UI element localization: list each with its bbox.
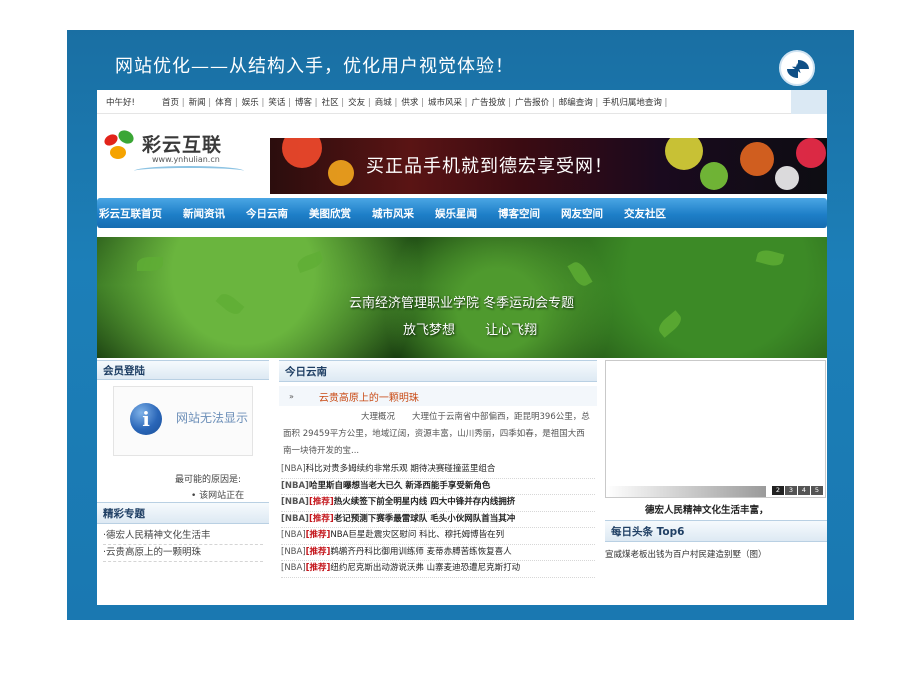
news-item[interactable]: [NBA]科比对贵多姆续约非常乐观 期待决赛碰撞蓝里组合	[281, 462, 595, 479]
main-nav: 彩云互联首页 新闻资讯 今日云南 美图欣赏 城市风采 娱乐星闻 博客空间 网友空…	[97, 198, 827, 228]
pager-button[interactable]: 3	[785, 486, 797, 495]
feature-headline-text: 云贵高原上的一颗明珠	[318, 392, 419, 404]
news-item[interactable]: [NBA][推荐]纽约尼克斯出动游说沃弗 山寨麦迪恐遭尼克斯打动	[281, 561, 595, 578]
news-item[interactable]: [NBA]哈里斯自曝想当老大已久 新泽西能手享受新角色	[281, 479, 595, 495]
top-nav-edge	[791, 90, 827, 114]
news-item[interactable]: [NBA][推荐]NBA巨星赴震灾区慰问 科比、穆托姆博皆在列	[281, 528, 595, 545]
news-item[interactable]: [NBA][推荐]老记预测下赛季最雷球队 毛头小伙网队首当其冲	[281, 512, 595, 528]
hero-banner[interactable]: 云南经济管理职业学院 冬季运动会专题 放飞梦想 让心飞翔	[97, 237, 827, 358]
top-link-ad-prices[interactable]: 广告报价	[515, 96, 555, 108]
top-link-jokes[interactable]: 笑话	[268, 96, 291, 108]
nav-item-user-space[interactable]: 网友空间	[561, 206, 603, 221]
brand-logo[interactable]: 彩云互联 www.ynhulian.cn	[102, 126, 244, 176]
banner-bubble	[328, 160, 354, 186]
info-icon: i	[130, 403, 162, 435]
nav-item-today-yunnan[interactable]: 今日云南	[246, 206, 288, 221]
slide: 网站优化——从结构入手，优化用户视觉体验！ 中午好! 首页 新闻 体育 娱乐 笑…	[67, 30, 854, 620]
slide-title: 网站优化——从结构入手，优化用户视觉体验！	[115, 56, 514, 77]
today-yunnan-title: 今日云南	[279, 360, 597, 382]
leaf-decoration	[655, 310, 685, 338]
top-link-mall[interactable]: 商城	[375, 96, 398, 108]
photo-caption[interactable]: 德宏人民精神文化生活丰富，	[645, 502, 769, 516]
login-title: 会员登陆	[97, 360, 269, 380]
top-link-blog[interactable]: 博客	[295, 96, 318, 108]
top-nav: 中午好! 首页 新闻 体育 娱乐 笑话 博客 社区 交友 商城 供求 城市风采 …	[97, 90, 827, 114]
brand-swoosh	[134, 166, 244, 176]
featured-topics-panel: 精彩专题 ·德宏人民精神文化生活丰 ·云贵高原上的一颗明珠	[97, 502, 269, 605]
banner-text: 买正品手机就到德宏享受网！	[366, 156, 613, 177]
pager-button[interactable]: 4	[798, 486, 810, 495]
banner-bubble	[700, 162, 728, 190]
nav-item-stars[interactable]: 娱乐星闻	[435, 206, 477, 221]
hero-slogan: 放飞梦想 让心飞翔	[403, 323, 538, 338]
top-link-sports[interactable]: 体育	[215, 96, 238, 108]
greeting: 中午好!	[106, 97, 135, 108]
photo-strip	[606, 486, 766, 497]
banner-bubble	[740, 142, 774, 176]
top-link-entertainment[interactable]: 娱乐	[242, 96, 265, 108]
nav-item-blog[interactable]: 博客空间	[498, 206, 540, 221]
feature-bullet-icon: »	[289, 391, 294, 401]
photo-slideshow[interactable]: 2 3 4 5	[605, 360, 826, 498]
feature-headline[interactable]: » 云贵高原上的一颗明珠	[279, 386, 597, 406]
member-login-panel: 会员登陆 i 网站无法显示 最可能的原因是: • 该网站正在	[97, 360, 269, 501]
news-item[interactable]: [NBA][推荐]鹈鹕齐丹科比御用训练师 麦蒂赤膊苦练恢复喜人	[281, 545, 595, 561]
banner-bubble	[796, 138, 826, 168]
slideshow-pager: 2 3 4 5	[771, 486, 823, 495]
top-nav-links: 首页 新闻 体育 娱乐 笑话 博客 社区 交友 商城 供求 城市风采 广告投放 …	[162, 96, 671, 108]
feature-summary: 大理概况 大理位于云南省中部偏西，距昆明396公里，总面积 29459平方公里，…	[283, 412, 590, 456]
website-screenshot: 中午好! 首页 新闻 体育 娱乐 笑话 博客 社区 交友 商城 供求 城市风采 …	[97, 90, 827, 605]
top6-panel: 每日头条 Top6	[605, 520, 827, 542]
today-yunnan-panel: 今日云南 » 云贵高原上的一颗明珠 大理概况 大理位于云南省中部偏西，距昆明39…	[279, 360, 597, 605]
topic-link[interactable]: ·德宏人民精神文化生活丰	[103, 528, 263, 545]
brand-mark-icon	[102, 127, 138, 161]
top-link-dating[interactable]: 交友	[348, 96, 371, 108]
nav-item-city[interactable]: 城市风采	[372, 206, 414, 221]
pager-button[interactable]: 5	[811, 486, 823, 495]
banner-bubble	[775, 166, 799, 190]
top-link-phone-lookup[interactable]: 手机归属地查询	[602, 96, 667, 108]
login-frame: i 网站无法显示	[113, 386, 253, 456]
top6-title: 每日头条 Top6	[605, 520, 827, 542]
top-link-postcode[interactable]: 邮编查询	[559, 96, 599, 108]
top-link-city[interactable]: 城市风采	[428, 96, 468, 108]
nav-item-news[interactable]: 新闻资讯	[183, 206, 225, 221]
topic-link[interactable]: ·云贵高原上的一颗明珠	[103, 545, 263, 562]
leaf-decoration	[755, 247, 785, 269]
nav-item-gallery[interactable]: 美图欣赏	[309, 206, 351, 221]
logo-icon	[779, 50, 815, 86]
right-column: 2 3 4 5 德宏人民精神文化生活丰富， 每日头条 Top6 宣威煤老板出钱为…	[605, 360, 827, 605]
top-link-supply[interactable]: 供求	[401, 96, 424, 108]
leaf-decoration	[137, 257, 163, 271]
top6-item[interactable]: 宣威煤老板出钱为百户村民建造别墅（图）	[605, 548, 767, 560]
leaf-decoration	[215, 290, 245, 318]
top-link-community[interactable]: 社区	[322, 96, 345, 108]
nav-item-dating[interactable]: 交友社区	[624, 206, 666, 221]
banner-bubble	[282, 138, 322, 168]
top-link-home[interactable]: 首页	[162, 96, 185, 108]
login-bullet: • 该网站正在	[191, 491, 245, 501]
pager-button[interactable]: 2	[772, 486, 784, 495]
ad-banner[interactable]: 买正品手机就到德宏享受网！	[270, 138, 827, 194]
brand-url: www.ynhulian.cn	[152, 155, 220, 164]
brand-name: 彩云互联	[142, 134, 223, 156]
news-list: [NBA]科比对贵多姆续约非常乐观 期待决赛碰撞蓝里组合 [NBA]哈里斯自曝想…	[279, 462, 597, 578]
top-link-ads[interactable]: 广告投放	[472, 96, 512, 108]
top-link-news[interactable]: 新闻	[189, 96, 212, 108]
login-error-text: 网站无法显示	[176, 411, 249, 425]
featured-topics-title: 精彩专题	[97, 502, 269, 524]
login-reason: 最可能的原因是:	[175, 475, 242, 485]
hero-title: 云南经济管理职业学院 冬季运动会专题	[349, 296, 575, 311]
banner-bubble	[665, 138, 703, 170]
leaf-decoration	[567, 259, 593, 289]
leaf-decoration	[295, 250, 325, 274]
nav-item-home[interactable]: 彩云互联首页	[99, 206, 162, 221]
news-item[interactable]: [NBA][推荐]热火续签下前全明星内线 四大中锋并存内线拥挤	[281, 495, 595, 512]
